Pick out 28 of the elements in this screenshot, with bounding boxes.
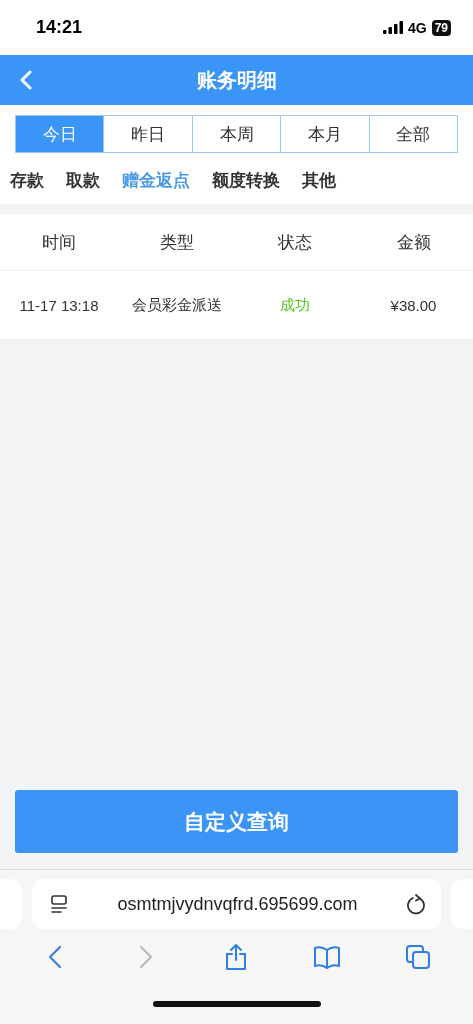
table-cell-text: 11-17 13:18	[18, 296, 100, 314]
column-header: 状态	[277, 231, 313, 254]
url-text: osmtmjvydnvqfrd.695699.com	[117, 893, 358, 915]
forward-icon	[138, 945, 153, 969]
battery-level: 79	[431, 19, 451, 36]
column-header: 类型	[159, 231, 195, 254]
reload-icon[interactable]	[407, 893, 427, 915]
category-tab[interactable]: 取款	[66, 165, 110, 196]
address-field[interactable]: osmtmjvydnvqfrd.695699.com	[32, 879, 441, 929]
category-tab[interactable]: 存款	[10, 165, 54, 196]
reader-icon	[50, 894, 68, 914]
column-header: 时间	[41, 231, 77, 254]
back-icon	[48, 945, 63, 969]
category-tab[interactable]: 额度转换	[212, 165, 290, 196]
table-cell-text: ¥38.00	[389, 296, 438, 314]
network-label: 4G	[407, 19, 427, 36]
book-icon	[313, 945, 342, 969]
category-tab[interactable]: 其他	[302, 165, 346, 196]
status-text: 成功	[279, 295, 311, 315]
signal-icon	[382, 21, 403, 34]
column-header: 金额	[395, 231, 432, 254]
share-icon	[224, 943, 249, 971]
tabs-icon	[404, 944, 431, 970]
bookmarks-button[interactable]	[313, 943, 342, 971]
page-title: 账务明细	[196, 67, 277, 93]
status-time: 14:21	[36, 17, 83, 38]
tabs-button[interactable]	[403, 943, 432, 971]
table-cell-text: 会员彩金派送	[131, 295, 223, 315]
